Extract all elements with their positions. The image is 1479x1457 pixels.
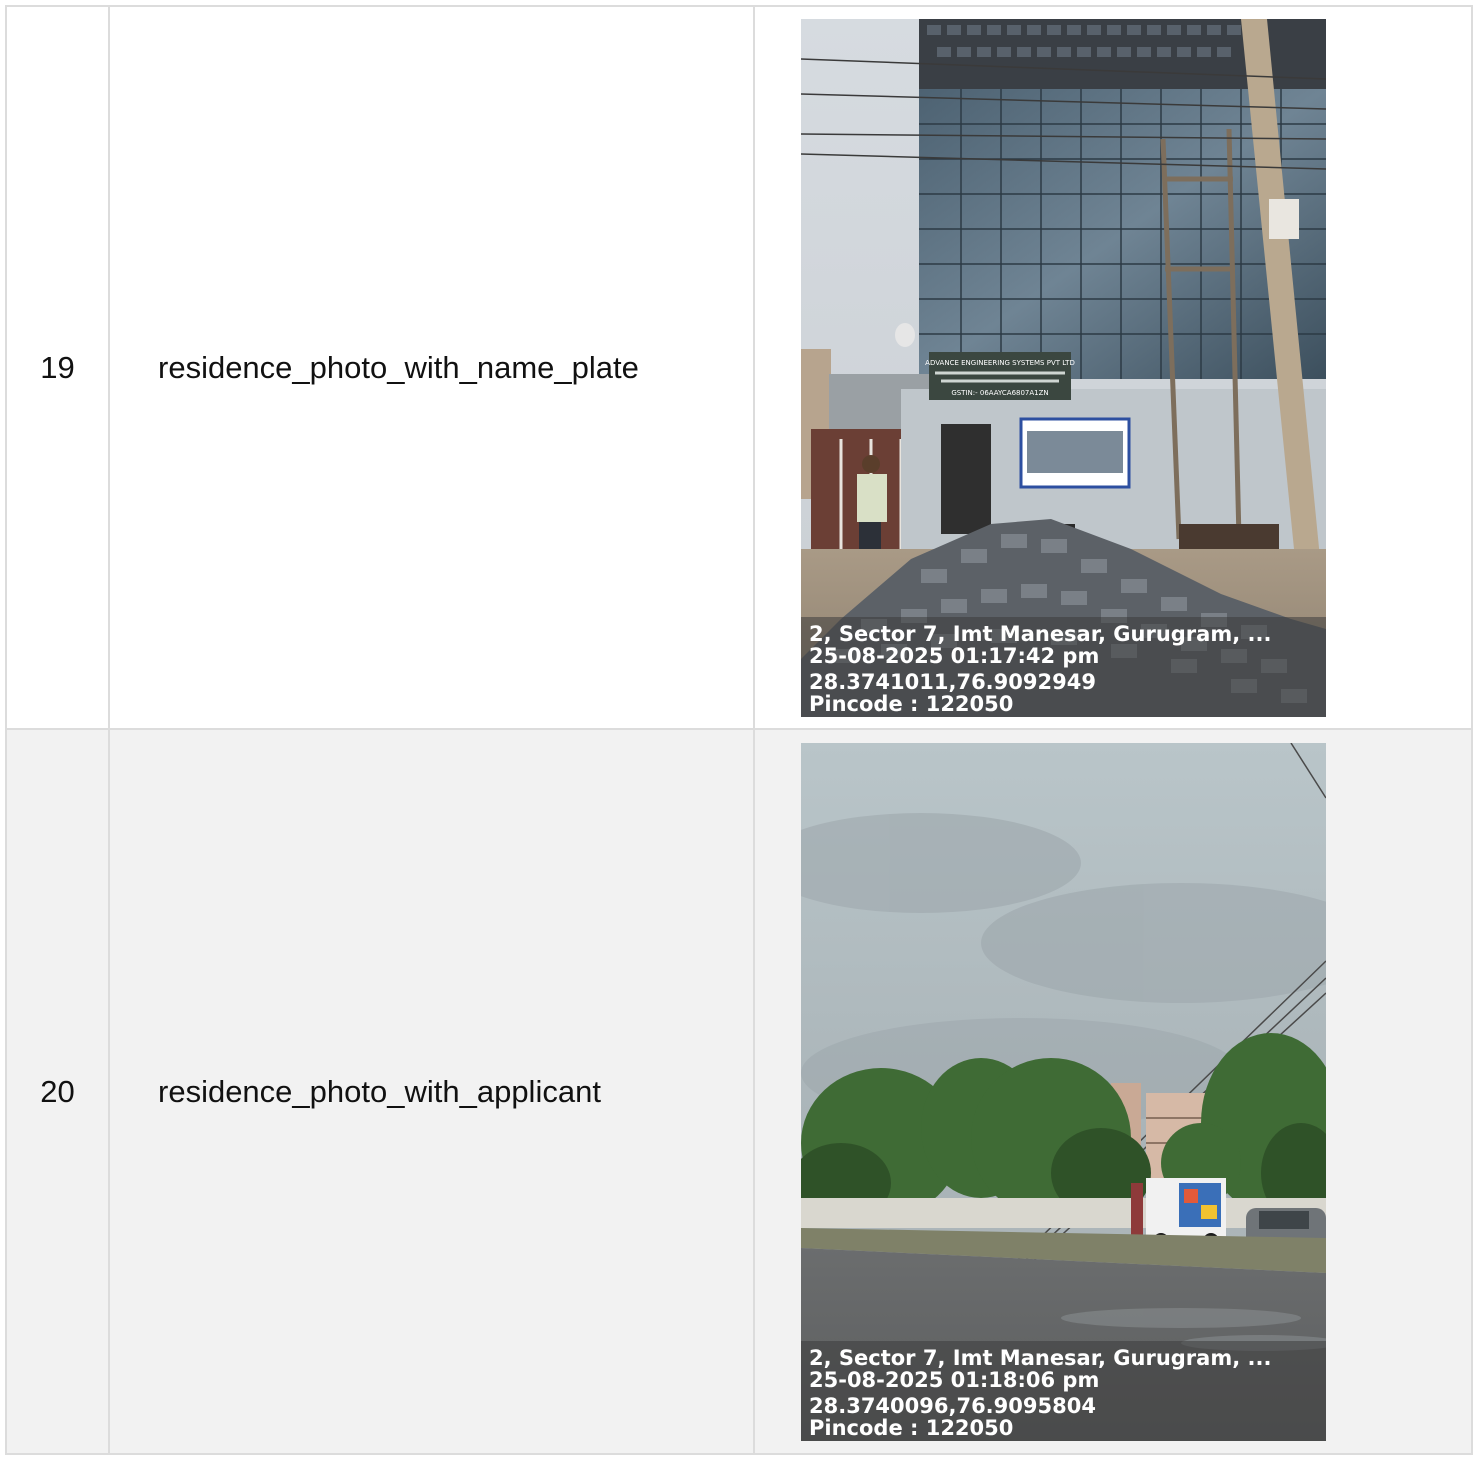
photo-stamp-overlay: 2, Sector 7, Imt Manesar, Gurugram, ... …: [801, 616, 1326, 717]
row-label: residence_photo_with_name_plate: [108, 7, 753, 728]
residence-photo-name-plate: ADVANCE ENGINEERING SYSTEMS PVT LTD GSTI…: [801, 18, 1326, 717]
photo-datetime: 25-08-2025 01:17:42 pm: [809, 643, 1100, 668]
row-number: 19: [5, 7, 108, 728]
table-row: 20 residence_photo_with_applicant 2, Sec…: [5, 730, 1473, 1455]
photo-pincode: Pincode : 122050: [809, 1415, 1014, 1440]
verification-photo-table: 19 residence_photo_with_name_plate ADVAN…: [5, 5, 1473, 1455]
photo-address: 2, Sector 7, Imt Manesar, Gurugram, ...: [809, 1345, 1272, 1370]
street-photo-illustration: [801, 742, 1326, 1441]
residence-photo-applicant: 2, Sector 7, Imt Manesar, Gurugram, ... …: [801, 742, 1326, 1441]
photo-cell: ADVANCE ENGINEERING SYSTEMS PVT LTD GSTI…: [753, 7, 1473, 728]
photo-address: 2, Sector 7, Imt Manesar, Gurugram, ...: [809, 621, 1272, 646]
photo-coordinates: 28.3740096,76.9095804: [809, 1393, 1096, 1418]
sign-title: ADVANCE ENGINEERING SYSTEMS PVT LTD: [925, 359, 1075, 367]
row-number: 20: [5, 730, 108, 1453]
building-photo-illustration: ADVANCE ENGINEERING SYSTEMS PVT LTD GSTI…: [801, 18, 1326, 717]
table-row: 19 residence_photo_with_name_plate ADVAN…: [5, 5, 1473, 730]
sign-gstin: GSTIN:- 06AAYCA6807A1ZN: [951, 389, 1048, 397]
photo-coordinates: 28.3741011,76.9092949: [809, 669, 1096, 694]
photo-pincode: Pincode : 122050: [809, 691, 1014, 716]
photo-stamp-overlay: 2, Sector 7, Imt Manesar, Gurugram, ... …: [801, 1340, 1326, 1441]
photo-datetime: 25-08-2025 01:18:06 pm: [809, 1367, 1100, 1392]
row-label: residence_photo_with_applicant: [108, 730, 753, 1453]
photo-cell: 2, Sector 7, Imt Manesar, Gurugram, ... …: [753, 730, 1473, 1453]
